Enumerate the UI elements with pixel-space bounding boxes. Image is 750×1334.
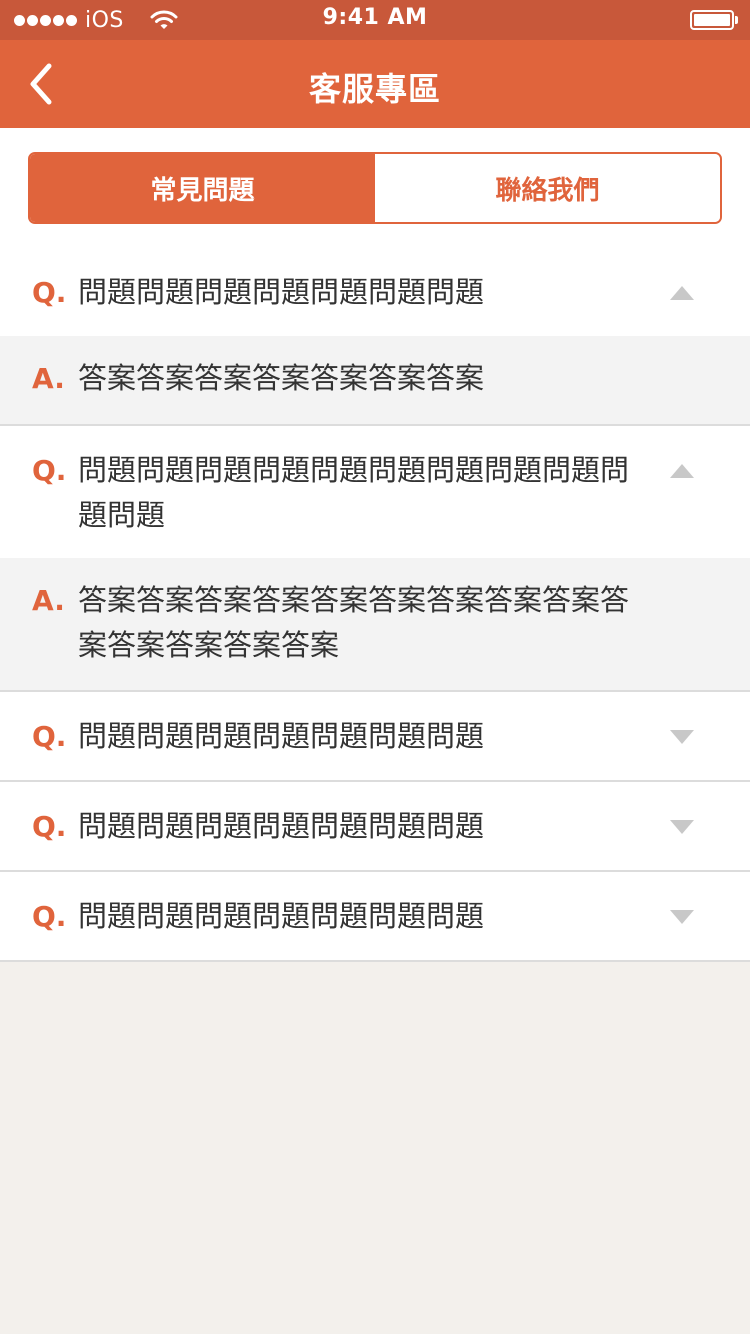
battery-level (694, 14, 730, 26)
faq-question-row[interactable]: Q. 問題問題問題問題問題問題問題 (0, 872, 750, 960)
status-bar: iOS 9:41 AM (0, 0, 750, 40)
question-marker: Q. (32, 720, 67, 753)
chevron-up-icon[interactable] (670, 464, 694, 478)
question-text: 問題問題問題問題問題問題問題 (78, 809, 485, 843)
faq-question-row[interactable]: Q. 問題問題問題問題問題問題問題 (0, 692, 750, 780)
answer-text: 答案答案答案答案答案答案答案答案答案答案答案答案答案答案 (78, 583, 630, 662)
faq-question-row[interactable]: Q. 問題問題問題問題問題問題問題 (0, 248, 750, 336)
tab-contact-us[interactable]: 聯絡我們 (375, 154, 720, 222)
question-text: 問題問題問題問題問題問題問題 (78, 899, 485, 933)
question-text: 問題問題問題問題問題問題問題 (78, 275, 485, 309)
faq-answer-row: A. 答案答案答案答案答案答案答案答案答案答案答案答案答案答案 (0, 558, 750, 690)
question-marker: Q. (32, 900, 67, 933)
answer-text: 答案答案答案答案答案答案答案 (78, 361, 485, 395)
page-title: 客服專區 (308, 70, 441, 108)
chevron-down-icon[interactable] (670, 730, 694, 744)
divider (0, 960, 750, 962)
answer-marker: A. (32, 362, 65, 395)
question-marker: Q. (32, 810, 67, 843)
segmented-control: 常見問題 聯絡我們 (28, 152, 722, 224)
chevron-down-icon[interactable] (670, 820, 694, 834)
answer-marker: A. (32, 584, 65, 617)
nav-bar: 客服專區 (0, 40, 750, 128)
segment-area: 常見問題 聯絡我們 (0, 128, 750, 248)
chevron-down-icon[interactable] (670, 910, 694, 924)
question-marker: Q. (32, 276, 67, 309)
faq-question-row[interactable]: Q. 問題問題問題問題問題問題問題 (0, 782, 750, 870)
battery-icon (690, 10, 738, 30)
faq-list: Q. 問題問題問題問題問題問題問題 A. 答案答案答案答案答案答案答案 Q. 問… (0, 248, 750, 962)
faq-question-row[interactable]: Q. 問題問題問題問題問題問題問題問題問題問題問題 (0, 426, 750, 558)
chevron-up-icon[interactable] (670, 286, 694, 300)
question-marker: Q. (32, 454, 67, 487)
question-text: 問題問題問題問題問題問題問題問題問題問題問題 (78, 453, 630, 532)
question-text: 問題問題問題問題問題問題問題 (78, 719, 485, 753)
tab-faq[interactable]: 常見問題 (30, 154, 375, 222)
faq-answer-row: A. 答案答案答案答案答案答案答案 (0, 336, 750, 424)
status-time: 9:41 AM (322, 5, 428, 30)
